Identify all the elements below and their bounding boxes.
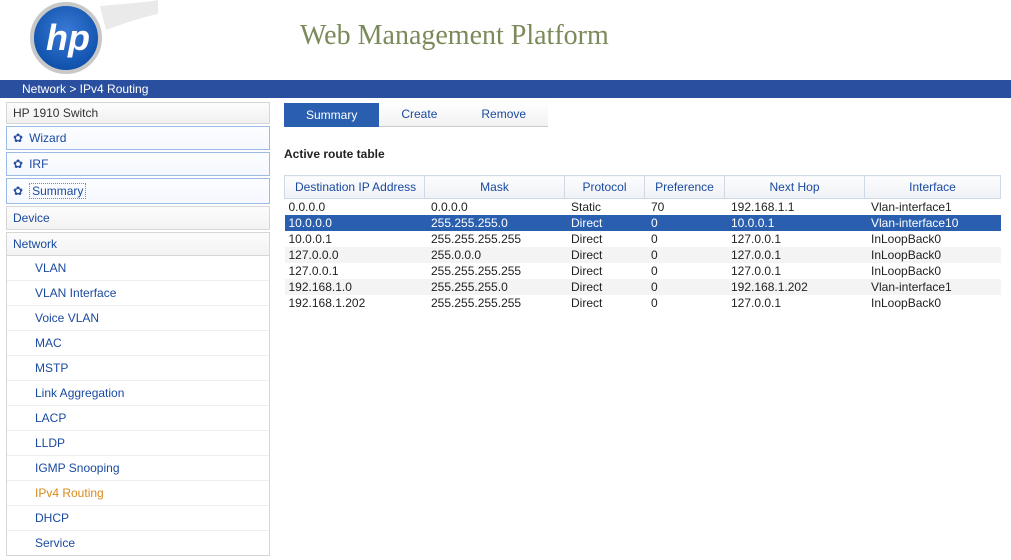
route-table: Destination IP AddressMaskProtocolPrefer… — [284, 175, 1001, 311]
sidebar-top-block: ✿ Summary — [6, 178, 270, 204]
table-cell: 127.0.0.1 — [725, 263, 865, 279]
table-cell: InLoopBack0 — [865, 231, 1001, 247]
sidebar-subitem-vlan[interactable]: VLAN — [7, 256, 269, 281]
tab-remove[interactable]: Remove — [459, 102, 548, 127]
table-cell: InLoopBack0 — [865, 247, 1001, 263]
sidebar-subitem-service[interactable]: Service — [7, 531, 269, 555]
table-cell: 255.255.255.0 — [425, 215, 565, 231]
table-cell: Direct — [565, 295, 645, 311]
table-cell: 10.0.0.1 — [285, 231, 425, 247]
sidebar-subitem-mstp[interactable]: MSTP — [7, 356, 269, 381]
table-header-row: Destination IP AddressMaskProtocolPrefer… — [285, 176, 1001, 199]
table-cell: Vlan-interface10 — [865, 215, 1001, 231]
hp-logo: h p — [18, 0, 158, 76]
sidebar-top-block: ✿ Wizard — [6, 126, 270, 150]
table-cell: 0 — [645, 215, 725, 231]
table-row[interactable]: 10.0.0.1255.255.255.255Direct0127.0.0.1I… — [285, 231, 1001, 247]
table-cell: 0 — [645, 279, 725, 295]
table-cell: Vlan-interface1 — [865, 279, 1001, 295]
table-cell: 70 — [645, 199, 725, 216]
breadcrumb: Network > IPv4 Routing — [0, 80, 1011, 98]
sidebar-subitem-igmp-snooping[interactable]: IGMP Snooping — [7, 456, 269, 481]
sidebar-subitem-lacp[interactable]: LACP — [7, 406, 269, 431]
svg-text:h: h — [46, 17, 68, 58]
sidebar: HP 1910 Switch ✿ Wizard ✿ IRF ✿ Summary … — [0, 98, 280, 560]
table-cell: Direct — [565, 215, 645, 231]
table-cell: 255.255.255.255 — [425, 263, 565, 279]
table-cell: 127.0.0.1 — [285, 263, 425, 279]
table-header[interactable]: Next Hop — [725, 176, 865, 199]
table-cell: 255.255.255.0 — [425, 279, 565, 295]
table-cell: Static — [565, 199, 645, 216]
table-cell: Direct — [565, 279, 645, 295]
table-header[interactable]: Protocol — [565, 176, 645, 199]
table-cell: 255.255.255.255 — [425, 231, 565, 247]
gear-icon: ✿ — [13, 157, 23, 171]
table-cell: InLoopBack0 — [865, 263, 1001, 279]
sidebar-device-title: HP 1910 Switch — [6, 102, 270, 124]
table-cell: Direct — [565, 231, 645, 247]
tabs: SummaryCreateRemove — [284, 102, 1001, 127]
sidebar-section-device[interactable]: Device — [6, 206, 270, 230]
table-cell: 127.0.0.1 — [725, 295, 865, 311]
sidebar-item-label: Summary — [29, 183, 86, 199]
sidebar-top-block: ✿ IRF — [6, 152, 270, 176]
section-title: Active route table — [284, 147, 1001, 161]
table-row[interactable]: 0.0.0.00.0.0.0Static70192.168.1.1Vlan-in… — [285, 199, 1001, 216]
table-header[interactable]: Interface — [865, 176, 1001, 199]
table-cell: 127.0.0.0 — [285, 247, 425, 263]
table-cell: Direct — [565, 247, 645, 263]
sidebar-subitem-link-aggregation[interactable]: Link Aggregation — [7, 381, 269, 406]
sidebar-section-network[interactable]: Network — [6, 232, 270, 256]
svg-text:p: p — [67, 17, 90, 58]
table-cell: 0.0.0.0 — [425, 199, 565, 216]
table-cell: InLoopBack0 — [865, 295, 1001, 311]
table-cell: 10.0.0.0 — [285, 215, 425, 231]
table-cell: 127.0.0.1 — [725, 247, 865, 263]
table-cell: 127.0.0.1 — [725, 231, 865, 247]
table-cell: 255.255.255.255 — [425, 295, 565, 311]
gear-icon: ✿ — [13, 184, 23, 198]
table-cell: 255.0.0.0 — [425, 247, 565, 263]
table-row[interactable]: 127.0.0.1255.255.255.255Direct0127.0.0.1… — [285, 263, 1001, 279]
table-cell: Vlan-interface1 — [865, 199, 1001, 216]
table-cell: 192.168.1.202 — [285, 295, 425, 311]
header: h p Web Management Platform — [0, 0, 1011, 80]
table-cell: 192.168.1.1 — [725, 199, 865, 216]
sidebar-subnav-network: VLANVLAN InterfaceVoice VLANMACMSTPLink … — [6, 256, 270, 556]
sidebar-subitem-lldp[interactable]: LLDP — [7, 431, 269, 456]
table-row[interactable]: 192.168.1.0255.255.255.0Direct0192.168.1… — [285, 279, 1001, 295]
sidebar-subitem-vlan-interface[interactable]: VLAN Interface — [7, 281, 269, 306]
table-header[interactable]: Preference — [645, 176, 725, 199]
table-cell: 0.0.0.0 — [285, 199, 425, 216]
tab-create[interactable]: Create — [379, 102, 459, 127]
sidebar-item-wizard[interactable]: ✿ Wizard — [7, 127, 269, 149]
table-cell: 192.168.1.0 — [285, 279, 425, 295]
table-row[interactable]: 10.0.0.0255.255.255.0Direct010.0.0.1Vlan… — [285, 215, 1001, 231]
table-cell: Direct — [565, 263, 645, 279]
gear-icon: ✿ — [13, 131, 23, 145]
sidebar-subitem-mac[interactable]: MAC — [7, 331, 269, 356]
sidebar-subitem-ipv4-routing[interactable]: IPv4 Routing — [7, 481, 269, 506]
table-cell: 0 — [645, 247, 725, 263]
sidebar-subitem-dhcp[interactable]: DHCP — [7, 506, 269, 531]
tab-summary[interactable]: Summary — [284, 103, 379, 127]
sidebar-item-irf[interactable]: ✿ IRF — [7, 153, 269, 175]
table-cell: 192.168.1.202 — [725, 279, 865, 295]
table-cell: 0 — [645, 231, 725, 247]
table-cell: 0 — [645, 263, 725, 279]
sidebar-item-summary[interactable]: ✿ Summary — [7, 179, 269, 203]
table-header[interactable]: Destination IP Address — [285, 176, 425, 199]
main: SummaryCreateRemove Active route table D… — [280, 98, 1011, 560]
table-header[interactable]: Mask — [425, 176, 565, 199]
table-row[interactable]: 127.0.0.0255.0.0.0Direct0127.0.0.1InLoop… — [285, 247, 1001, 263]
sidebar-item-label: Wizard — [29, 131, 66, 145]
table-cell: 0 — [645, 295, 725, 311]
sidebar-item-label: IRF — [29, 157, 48, 171]
table-cell: 10.0.0.1 — [725, 215, 865, 231]
sidebar-subitem-voice-vlan[interactable]: Voice VLAN — [7, 306, 269, 331]
table-row[interactable]: 192.168.1.202255.255.255.255Direct0127.0… — [285, 295, 1001, 311]
page-title: Web Management Platform — [300, 20, 609, 52]
